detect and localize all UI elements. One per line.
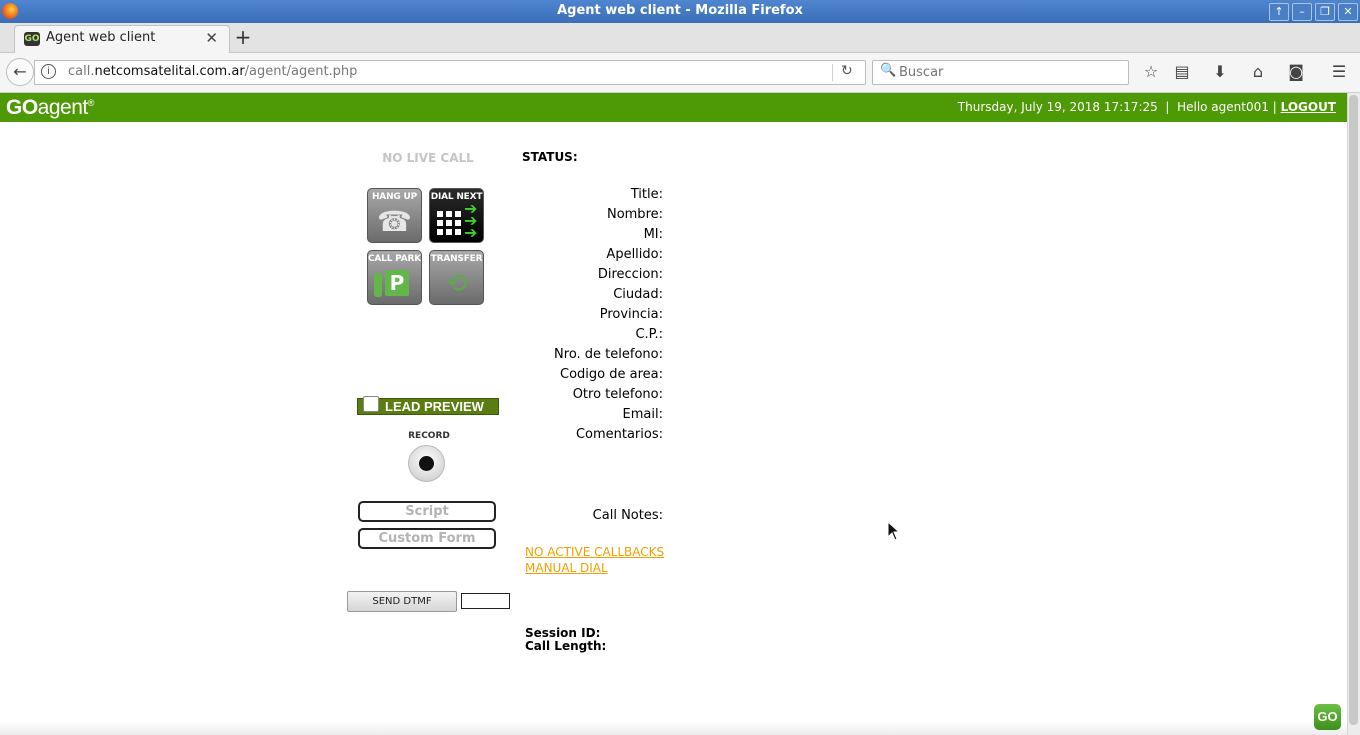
logo-registered: ® (87, 98, 95, 108)
hangup-button[interactable]: HANG UP ☎ (367, 188, 422, 243)
dial-next-button[interactable]: DIAL NEXT ➔ ➔ ➔ (429, 188, 484, 243)
field-label-direccion: Direccion: (597, 267, 663, 282)
script-button[interactable]: Script (358, 501, 496, 522)
call-park-button[interactable]: CALL PARK P (367, 250, 422, 305)
bookmark-star-icon[interactable]: ☆ (1141, 62, 1161, 82)
pocket-icon[interactable]: ◙ (1286, 62, 1306, 82)
page-scrollbar-thumb[interactable] (1349, 95, 1358, 725)
field-label-telefono: Nro. de telefono: (554, 347, 663, 362)
field-label-comentarios: Comentarios: (575, 427, 663, 442)
hangup-label: HANG UP (371, 192, 418, 202)
field-label-email: Email: (622, 407, 663, 422)
tab-label: Agent web client (46, 30, 156, 45)
call-length-label: Call Length: (525, 639, 607, 653)
go-badge-button[interactable]: GO (1314, 704, 1341, 730)
send-dtmf-button[interactable]: SEND DTMF (347, 591, 457, 612)
field-label-apellido: Apellido: (606, 247, 663, 262)
search-icon: 🔍 (880, 63, 897, 78)
dtmf-input[interactable] (461, 593, 510, 609)
lead-preview-checkbox[interactable] (363, 396, 379, 412)
window-titlebar: Agent web client - Mozilla Firefox ↑ – ❐… (0, 0, 1360, 23)
transfer-label: TRANSFER (430, 254, 483, 264)
next-arrows-icon: ➔ ➔ ➔ (464, 199, 478, 242)
logo-agent: agent (37, 96, 89, 119)
field-label-cp: C.P.: (635, 327, 663, 342)
window-minimize-button[interactable]: – (1292, 3, 1312, 21)
keypad-icon (437, 211, 461, 235)
mouse-cursor-icon (887, 521, 901, 541)
transfer-arrows-icon: ⟲ (445, 269, 468, 299)
url-domain: netcomsatelital.com.ar (94, 64, 245, 79)
header-datetime: Thursday, July 19, 2018 17:17:25 (957, 100, 1158, 114)
download-icon[interactable]: ⬇ (1210, 62, 1230, 82)
window-close-button[interactable]: ✕ (1338, 3, 1358, 21)
menu-icon[interactable]: ☰ (1329, 62, 1349, 82)
logout-link[interactable]: LOGOUT (1281, 100, 1336, 114)
header-greeting: Hello agent001 (1177, 100, 1269, 114)
phone-handset-icon: ☎ (377, 205, 412, 238)
logo-go: GO (6, 96, 38, 119)
record-dot-icon (419, 456, 434, 471)
call-notes-label: Call Notes: (592, 508, 663, 523)
url-path: /agent/agent.php (244, 64, 358, 79)
home-icon[interactable]: ⌂ (1248, 62, 1268, 82)
header-separator: | (1165, 100, 1170, 114)
url-separator (832, 64, 833, 81)
record-label: RECORD (408, 431, 450, 441)
field-label-otro-telefono: Otro telefono: (572, 387, 663, 402)
url-prefix: call. (68, 64, 95, 79)
window-title: Agent web client - Mozilla Firefox (557, 3, 803, 18)
callbacks-link[interactable]: NO ACTIVE CALLBACKS (525, 545, 664, 559)
url-bar[interactable]: i call.netcomsatelital.com.ar/agent/agen… (34, 60, 866, 85)
session-id-label: Session ID: (525, 626, 601, 640)
field-label-title: Title: (630, 187, 663, 202)
reload-icon[interactable]: ↻ (841, 63, 853, 79)
search-input[interactable] (897, 63, 1121, 82)
field-label-provincia: Provincia: (599, 307, 663, 322)
library-icon[interactable]: ▤ (1172, 62, 1192, 82)
record-button[interactable] (408, 445, 445, 482)
transfer-button[interactable]: TRANSFER ⟲ (429, 250, 484, 305)
lead-preview-bar: LEAD PREVIEW (357, 396, 499, 415)
page-bottom-shade (0, 722, 1347, 735)
new-tab-button[interactable]: + (232, 26, 254, 48)
call-state-label: NO LIVE CALL (382, 151, 474, 165)
window-maximize-button[interactable]: ❐ (1315, 3, 1335, 21)
custom-form-button[interactable]: Custom Form (358, 528, 496, 549)
site-info-icon[interactable]: i (41, 64, 56, 79)
manual-dial-link[interactable]: MANUAL DIAL (525, 561, 608, 575)
tab-agent-web-client[interactable]: GO Agent web client ✕ (14, 25, 230, 53)
search-bar[interactable]: 🔍 (872, 60, 1129, 85)
status-label: STATUS: (522, 150, 578, 164)
url-text[interactable]: call.netcomsatelital.com.ar/agent/agent.… (68, 64, 357, 79)
goautodial-favicon-icon: GO (24, 32, 40, 46)
back-button[interactable]: ← (6, 58, 34, 86)
call-park-label: CALL PARK (368, 254, 422, 264)
header-separator-2: | (1272, 100, 1277, 114)
tab-close-icon[interactable]: ✕ (205, 29, 218, 47)
goagent-logo: GOagent® (6, 96, 94, 120)
field-label-mi: MI: (643, 227, 663, 242)
window-raise-button[interactable]: ↑ (1269, 3, 1289, 21)
lead-preview-label: LEAD PREVIEW (385, 399, 484, 414)
field-label-nombre: Nombre: (606, 207, 663, 222)
field-label-codigo-area: Codigo de area: (560, 367, 663, 382)
parked-handset-icon (374, 273, 382, 297)
parking-sign-icon: P (385, 270, 409, 296)
field-label-ciudad: Ciudad: (613, 287, 663, 302)
header-user-info: Thursday, July 19, 2018 17:17:25 | Hello… (958, 100, 1336, 114)
